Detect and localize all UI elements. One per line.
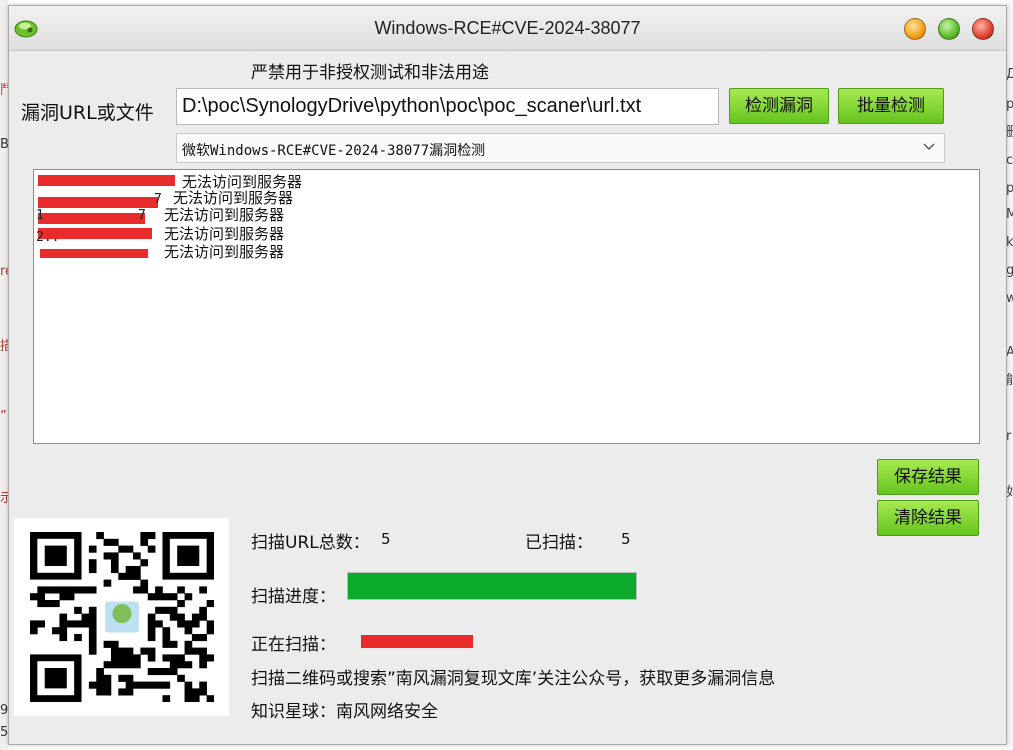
background-glyph: Д: [1006, 67, 1013, 82]
background-glyph: p.: [1006, 181, 1013, 196]
background-glyph: c: [1006, 153, 1013, 168]
qr-logo-tree: [112, 604, 132, 624]
scan-progress-fill: [348, 573, 636, 599]
total-urls-label: 扫描URL总数：: [251, 533, 370, 553]
partial-address-text: 7: [138, 208, 146, 223]
scan-progress-bar: [347, 572, 637, 600]
partial-address-text: 1: [36, 208, 44, 223]
batch-detect-button[interactable]: 批量检测: [838, 88, 944, 124]
scanned-value: 5: [621, 530, 631, 548]
background-glyph: w: [1006, 291, 1013, 306]
result-log[interactable]: 7 7 1 2.. 无法访问到服务器 无法访问到服务器 无法访问到服务器 无法访…: [33, 169, 980, 444]
redacted-target: [38, 197, 158, 208]
log-line: 无法访问到服务器: [164, 206, 285, 224]
poc-select-value: 微软Windows-RCE#CVE-2024-38077漏洞检测: [182, 143, 486, 159]
qr-finder-pattern: [30, 532, 82, 580]
save-results-button[interactable]: 保存结果: [877, 459, 979, 495]
clear-results-button[interactable]: 清除结果: [877, 500, 979, 536]
progress-label: 扫描进度：: [251, 587, 336, 607]
redacted-target: [40, 249, 148, 258]
promo-text: 扫描二维码或搜索”南风漏洞复现文库’关注公众号，获取更多漏洞信息: [251, 669, 776, 689]
background-glyph: k: [1006, 235, 1013, 250]
qr-finder-pattern: [30, 654, 82, 702]
background-right-edge: Д p 删 c p. M k g w A 能 r 如: [1006, 0, 1013, 750]
current-scan-label: 正在扫描：: [251, 635, 336, 655]
chevron-down-icon: [923, 143, 935, 150]
maximize-icon[interactable]: [938, 18, 960, 40]
log-line: 无法访问到服务器: [164, 225, 285, 243]
qr-code: [14, 518, 229, 716]
app-window: Windows-RCE#CVE-2024-38077 严禁用于非授权测试和非法用…: [8, 5, 1007, 745]
partial-address-text: 2..: [36, 230, 60, 245]
qr-code-image: [30, 532, 214, 702]
background-glyph: g: [1006, 263, 1013, 278]
log-line: 无法访问到服务器: [164, 243, 285, 261]
url-input[interactable]: D:\poc\SynologyDrive\python\poc\poc_scan…: [176, 88, 719, 125]
detect-button[interactable]: 检测漏洞: [729, 88, 829, 124]
title-bar[interactable]: Windows-RCE#CVE-2024-38077: [9, 6, 1006, 51]
scanned-label: 已扫描：: [525, 533, 593, 553]
minimize-icon[interactable]: [904, 18, 926, 40]
background-glyph: ”: [0, 409, 7, 424]
total-urls-value: 5: [381, 530, 391, 548]
background-glyph: 删: [1006, 125, 1013, 140]
background-glyph: 如: [1006, 485, 1013, 500]
background-glyph: 能: [1006, 373, 1013, 388]
url-label: 漏洞URL或文件: [21, 102, 154, 124]
background-glyph: M: [1006, 207, 1013, 222]
redacted-current-target: [361, 635, 473, 648]
poc-select[interactable]: 微软Windows-RCE#CVE-2024-38077漏洞检测: [176, 133, 945, 163]
planet-text: 知识星球：南风网络安全: [251, 702, 438, 722]
redacted-target: [38, 175, 175, 186]
log-line: 无法访问到服务器: [173, 189, 294, 207]
partial-address-text: 7: [154, 192, 162, 207]
qr-finder-pattern: [162, 532, 214, 580]
redacted-target: [38, 213, 145, 224]
log-line: 无法访问到服务器: [182, 173, 303, 191]
background-glyph: p: [1006, 97, 1013, 112]
warning-text: 严禁用于非授权测试和非法用途: [251, 63, 489, 83]
background-left-edge: 鬥 B re 描 ” 示 9 5: [0, 0, 13, 750]
close-icon[interactable]: [972, 18, 994, 40]
background-glyph: A: [1006, 345, 1013, 360]
window-title: Windows-RCE#CVE-2024-38077: [374, 18, 641, 38]
